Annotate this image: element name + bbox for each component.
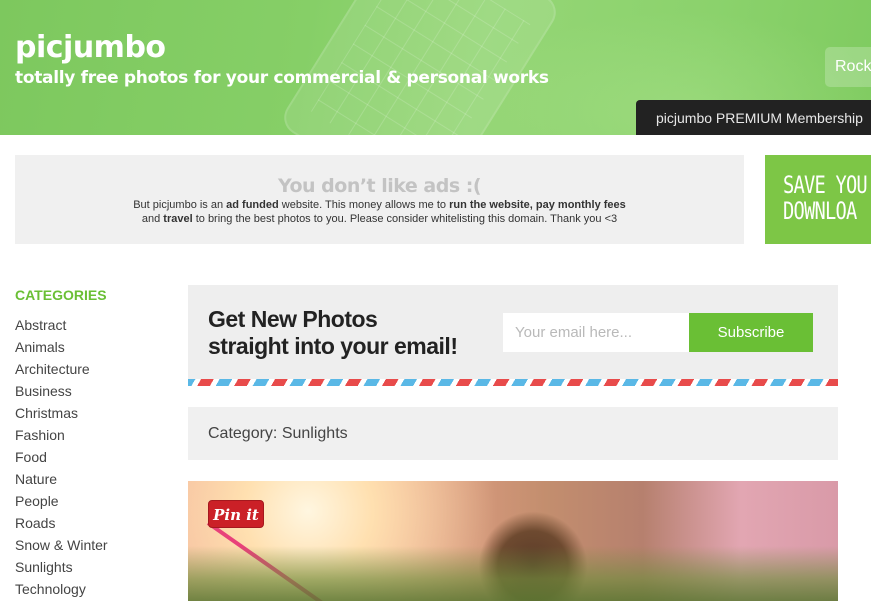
pin-it-button[interactable]: Pin it <box>208 500 264 528</box>
category-link[interactable]: Food <box>15 446 108 468</box>
category-link[interactable]: People <box>15 490 108 512</box>
current-category-bar: Category: Sunlights <box>188 407 838 460</box>
category-link[interactable]: Architecture <box>15 358 108 380</box>
adblock-notice: You don’t like ads :( But picjumbo is an… <box>15 155 744 244</box>
save-banner-text: SAVE YOU DOWNLOA <box>783 171 868 225</box>
site-header: picjumbo totally free photos for your co… <box>0 0 871 135</box>
site-tagline: totally free photos for your commercial … <box>15 68 549 88</box>
category-link[interactable]: Roads <box>15 512 108 534</box>
email-input[interactable] <box>503 313 689 352</box>
category-link[interactable]: Nature <box>15 468 108 490</box>
site-title[interactable]: picjumbo <box>15 30 166 65</box>
category-link[interactable]: Animals <box>15 336 108 358</box>
adblock-line-1: But picjumbo is an ad funded website. Th… <box>133 199 626 211</box>
category-link[interactable]: Christmas <box>15 402 108 424</box>
category-link[interactable]: Fashion <box>15 424 108 446</box>
categories-heading: CATEGORIES <box>15 287 107 303</box>
category-link[interactable]: Abstract <box>15 314 108 336</box>
adblock-title: You don’t like ads :( <box>277 175 482 197</box>
newsletter-box: Get New Photos straight into your email! … <box>188 285 838 386</box>
save-download-banner[interactable]: SAVE YOU DOWNLOA <box>765 155 871 244</box>
category-link[interactable]: Technology <box>15 578 108 600</box>
newsletter-title: Get New Photos straight into your email! <box>208 306 458 359</box>
category-list: Abstract Animals Architecture Business C… <box>15 314 108 600</box>
category-link[interactable]: Business <box>15 380 108 402</box>
premium-membership-link[interactable]: picjumbo PREMIUM Membership <box>636 100 871 135</box>
category-link[interactable]: Snow & Winter <box>15 534 108 556</box>
rock-button[interactable]: Rock <box>825 47 871 87</box>
adblock-line-2: and travel to bring the best photos to y… <box>141 213 618 225</box>
airmail-stripe <box>188 379 838 386</box>
photo-grass <box>188 546 838 601</box>
subscribe-button[interactable]: Subscribe <box>689 313 813 352</box>
category-link[interactable]: Sunlights <box>15 556 108 578</box>
photo-thumbnail[interactable]: Pin it <box>188 481 838 601</box>
